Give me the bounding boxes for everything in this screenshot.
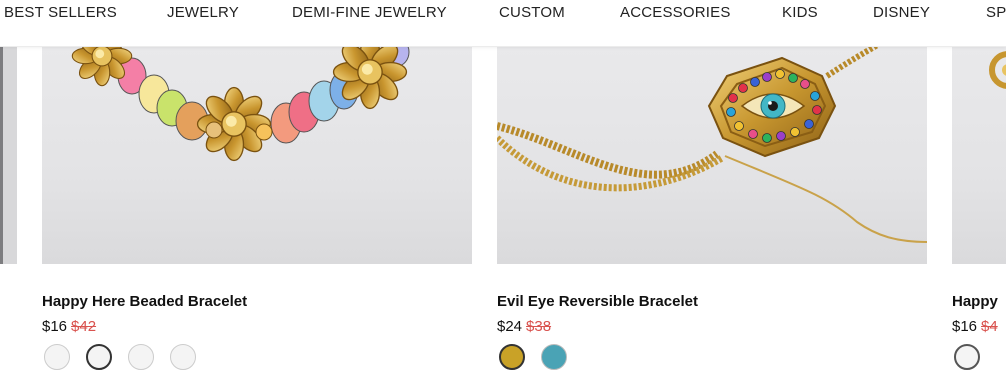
nav-kids[interactable]: KIDS (782, 4, 818, 21)
nav-disney[interactable]: DISNEY (873, 4, 930, 21)
nav-jewelry[interactable]: JEWELRY (167, 4, 239, 21)
nav-best-sellers[interactable]: BEST SELLERS (4, 4, 117, 21)
color-swatch[interactable] (44, 344, 70, 370)
nav-sp[interactable]: SP (986, 4, 1006, 21)
product-price: $16 $42 (42, 318, 96, 335)
nav-accessories[interactable]: ACCESSORIES (620, 4, 731, 21)
color-swatch[interactable] (541, 344, 567, 370)
original-price: $42 (71, 318, 97, 335)
color-swatch-selected[interactable] (86, 344, 112, 370)
nav-demi-fine-jewelry[interactable]: DEMI-FINE JEWELRY (292, 4, 447, 21)
product-name[interactable]: Evil Eye Reversible Bracelet (497, 293, 698, 310)
product-image-previous[interactable] (0, 46, 17, 264)
sale-price: $16 (42, 318, 68, 335)
sale-price: $16 (952, 318, 978, 335)
color-swatch-selected[interactable] (499, 344, 525, 370)
product-name[interactable]: Happy Here Beaded Bracelet (42, 293, 247, 310)
color-swatch[interactable] (170, 344, 196, 370)
color-swatch-selected[interactable] (954, 344, 980, 370)
product-price: $24 $38 (497, 318, 551, 335)
product-image-evil-eye-bracelet[interactable] (497, 46, 927, 264)
product-image-happy-here-bracelet[interactable] (42, 46, 472, 264)
product-name[interactable]: Happy (952, 293, 998, 310)
color-swatch[interactable] (128, 344, 154, 370)
sale-price: $24 (497, 318, 523, 335)
top-navigation: BEST SELLERS JEWELRY DEMI-FINE JEWELRY C… (0, 0, 1006, 47)
product-image-happy-partial[interactable] (952, 46, 1006, 264)
original-price: $4 (981, 318, 998, 335)
original-price: $38 (526, 318, 552, 335)
product-price: $16 $4 (952, 318, 998, 335)
nav-custom[interactable]: CUSTOM (499, 4, 565, 21)
